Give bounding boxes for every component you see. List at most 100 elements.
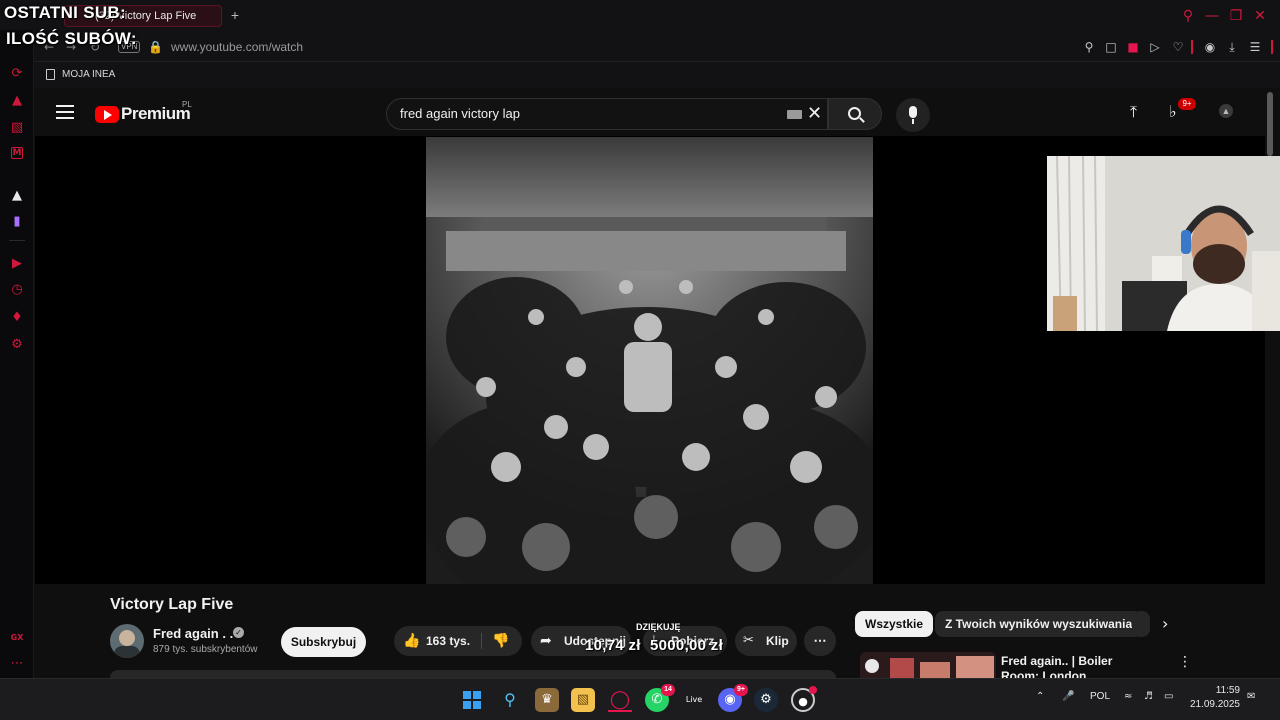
search-icon[interactable]: ⚲ [1180, 8, 1196, 24]
new-tab-button[interactable]: + [228, 7, 242, 23]
clear-search-icon[interactable]: ✕ [807, 103, 822, 124]
tray-chevron-icon[interactable]: ⌃ [1036, 691, 1044, 702]
avatar[interactable]: ▲ [1219, 104, 1233, 118]
description-box[interactable] [110, 670, 836, 678]
notification-badge: 9+ [1178, 98, 1196, 110]
notification-center-icon[interactable]: ✉ [1247, 691, 1255, 702]
player-icon[interactable]: ▶ [9, 256, 25, 272]
microphone-icon[interactable]: 🎤 [1062, 691, 1074, 702]
more-horizontal-icon: ⋯ [813, 633, 827, 648]
gx-corner-icon[interactable]: ▲ [9, 93, 25, 109]
windows-taskbar: ⚲ ♛ ▧ ◯ ✆ 14 Live ◉ 9+ ⚙ ● ⌃ 🎤 POL ≈ ♬ ▭… [0, 678, 1280, 720]
webcam-overlay [1047, 156, 1280, 331]
search-input[interactable]: fred again victory lap ✕ [386, 98, 828, 130]
clip-button[interactable]: ✂ Klip [735, 626, 797, 656]
opera-gx-icon[interactable]: ◯ [608, 688, 632, 712]
chip-next-partial[interactable] [1132, 611, 1150, 637]
settings-icon[interactable]: ⚙ [9, 337, 25, 353]
search-button[interactable] [828, 98, 882, 130]
wifi-icon[interactable]: ≈ [1124, 691, 1132, 702]
chip-all[interactable]: Wszystkie [855, 611, 934, 637]
youtube-header: Premium PL fred again victory lap ✕ ⤒ ♭ … [35, 90, 1265, 136]
search-icon[interactable]: ⚲ [498, 688, 522, 712]
snapshot-icon[interactable]: □ [1104, 40, 1118, 54]
windows-start-icon[interactable] [460, 688, 484, 712]
clip-label: Klip [766, 634, 789, 648]
minimize-icon[interactable]: — [1204, 8, 1220, 24]
channel-avatar[interactable] [110, 624, 144, 658]
messenger-icon[interactable]: M [11, 147, 23, 159]
history-icon[interactable]: ◷ [9, 282, 25, 298]
subscribe-button[interactable]: Subskrybuj [281, 627, 366, 657]
hamburger-menu-icon[interactable] [56, 105, 74, 119]
pin-icon[interactable]: ⚲ [1082, 40, 1096, 54]
donation-goal: 5000,00 zł [650, 637, 724, 654]
live-app-icon[interactable]: Live [682, 688, 706, 712]
crowd-image [426, 137, 873, 584]
sidebar-divider [9, 240, 25, 241]
discord-icon[interactable]: ◉ 9+ [718, 684, 748, 712]
obs-icon[interactable]: ● [791, 686, 817, 712]
channel-name[interactable]: Fred again . . [153, 626, 233, 641]
browser-tab-bar: (32) Victory Lap Five + ⚲ — ❐ ✕ [0, 0, 1280, 32]
recording-dot [809, 686, 817, 694]
volume-icon[interactable]: ♬ [1144, 691, 1153, 702]
video-frame[interactable] [426, 137, 873, 584]
logo-text: Premium [121, 104, 191, 123]
bookmarks-bar: MOJA INEA [34, 62, 1280, 88]
overlay-sub-count: ILOŚĆ SUBÓW: [6, 29, 137, 48]
scissors-icon: ✂ [743, 633, 754, 648]
notifications-bell-icon[interactable]: ♭ 9+ [1169, 98, 1196, 121]
restore-icon[interactable]: ❐ [1228, 8, 1244, 24]
close-icon[interactable]: ✕ [1252, 8, 1268, 24]
whatsapp-icon[interactable]: ✆ 14 [645, 684, 675, 712]
page-scrollbar[interactable] [1267, 92, 1273, 156]
like-count[interactable]: 163 tys. [426, 626, 470, 656]
menu-icon[interactable]: ☰ [1248, 40, 1262, 54]
gx-logo-icon: GX [10, 633, 24, 642]
dislike-icon[interactable]: 👎 [492, 626, 509, 656]
lock-icon: 🔒 [148, 40, 163, 54]
upload-icon[interactable]: ⤒ [1130, 102, 1137, 122]
voice-search-button[interactable] [896, 98, 930, 132]
gx-aria-icon[interactable]: ▲ [9, 188, 25, 204]
video-title: Victory Lap Five [110, 596, 234, 613]
search-handle [859, 117, 865, 123]
file-explorer-icon[interactable]: ▧ [571, 688, 595, 712]
donation-header: DZIĘKUJĘ [636, 622, 681, 632]
recommended-thumbnail[interactable] [860, 652, 996, 678]
gx-control-icon[interactable]: ⟳ [9, 66, 25, 82]
more-actions-button[interactable]: ⋯ [804, 626, 836, 656]
chip-from-search[interactable]: Z Twoich wyników wyszukiwania [935, 611, 1143, 637]
like-dislike-group: 👍 163 tys. 👎 [394, 626, 522, 656]
extensions-icon[interactable]: ♦ [9, 310, 25, 326]
profile-icon[interactable]: ◉ [1203, 40, 1217, 54]
url-field[interactable]: www.youtube.com/watch [171, 40, 303, 54]
language-indicator[interactable]: POL [1090, 691, 1110, 702]
steam-icon[interactable]: ⚙ [754, 688, 778, 712]
more-vertical-icon[interactable]: ⋮ [1178, 654, 1192, 670]
mic-stand [912, 119, 914, 124]
keyboard-icon[interactable] [787, 110, 802, 119]
toolbar-divider [1271, 40, 1273, 54]
download-icon[interactable]: ⤓ [1225, 40, 1239, 54]
whatsapp-badge: 14 [661, 684, 675, 696]
verified-check-icon: ✓ [233, 627, 244, 638]
shield-icon[interactable]: ■ [1126, 40, 1140, 54]
discord-badge: 9+ [734, 684, 748, 696]
toolbar-divider [1191, 40, 1193, 54]
chevron-right-icon[interactable]: › [1162, 614, 1168, 633]
gx-cleaner-icon[interactable]: ▧ [9, 120, 25, 136]
heart-icon[interactable]: ♡ [1171, 40, 1185, 54]
play-icon[interactable]: ▷ [1148, 40, 1162, 54]
more-icon[interactable]: ⋯ [9, 656, 25, 672]
like-icon[interactable]: 👍 [403, 626, 420, 656]
twitch-icon[interactable]: ▮ [9, 214, 25, 230]
game-app-icon[interactable]: ♛ [535, 688, 559, 712]
clock-date[interactable]: 21.09.2025 [1186, 699, 1240, 710]
clock-time[interactable]: 11:59 [1190, 685, 1240, 696]
bookmark-moja-inea[interactable]: MOJA INEA [62, 69, 115, 80]
battery-icon[interactable]: ▭ [1164, 691, 1173, 702]
logo-region: PL [182, 100, 192, 109]
mic-icon [909, 106, 917, 118]
